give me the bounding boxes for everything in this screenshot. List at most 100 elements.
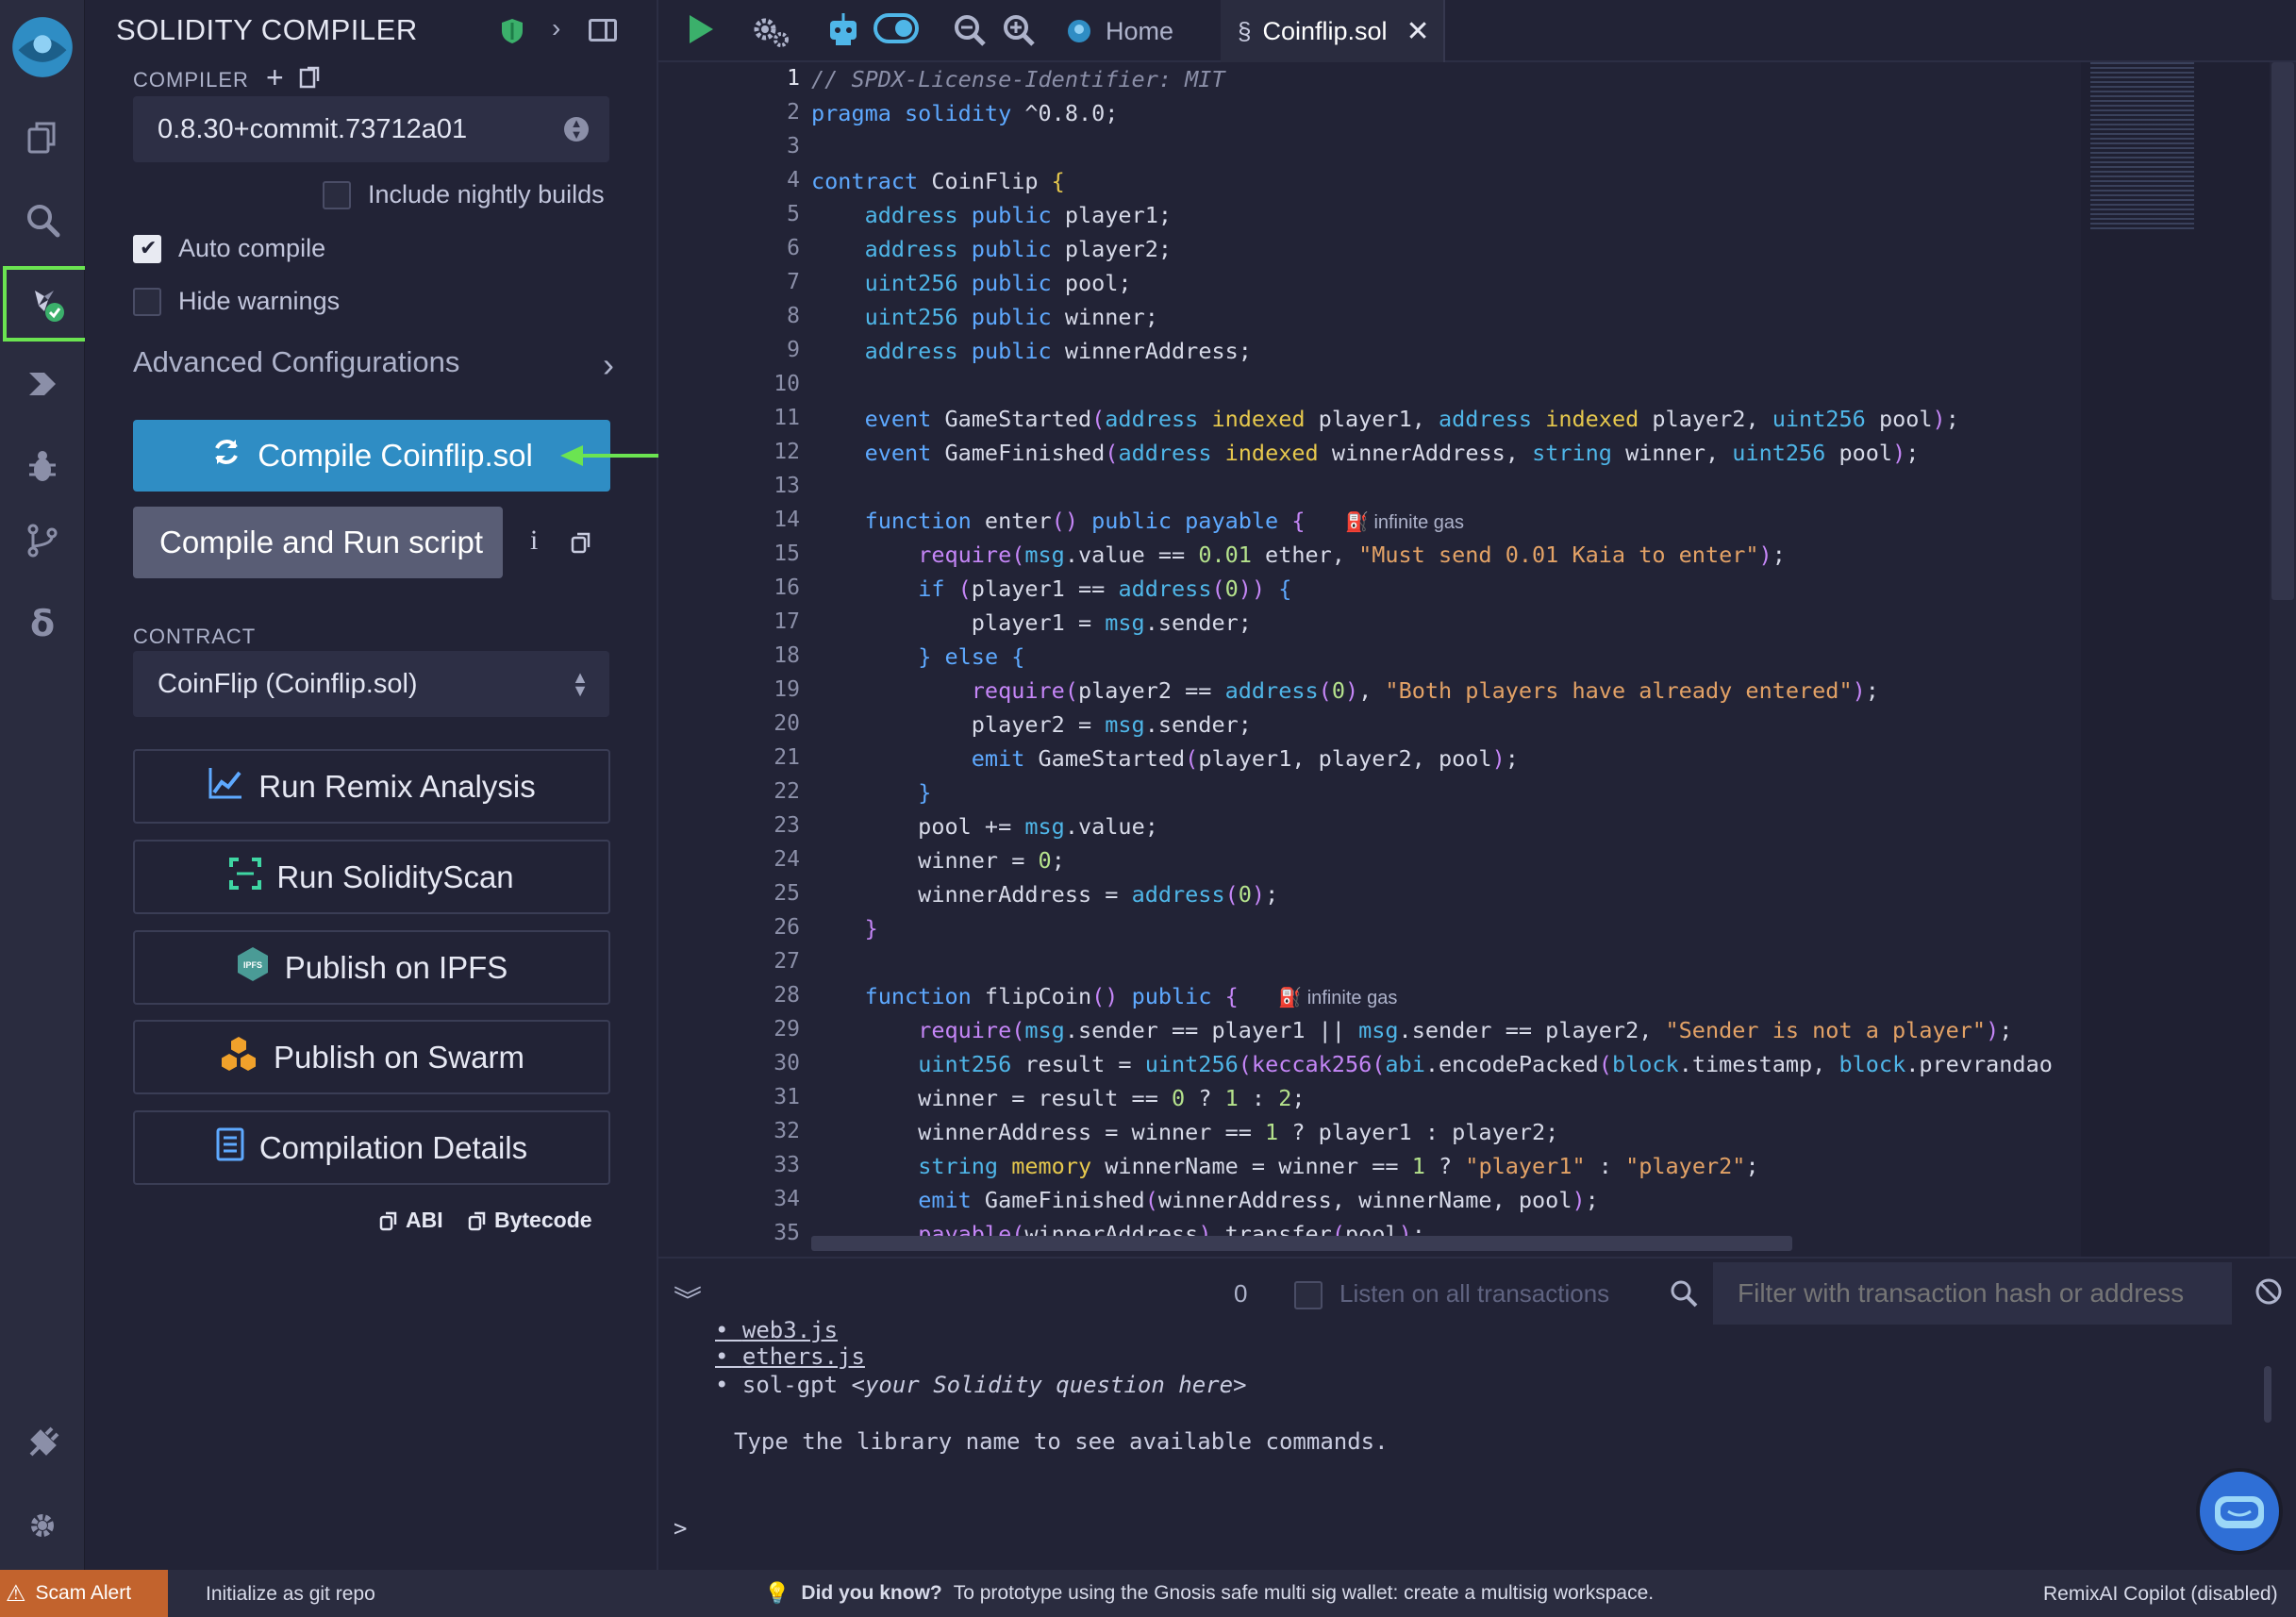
terminal-prompt[interactable]: > bbox=[674, 1515, 687, 1542]
search-icon[interactable] bbox=[1670, 1279, 1698, 1312]
copy-icon bbox=[468, 1211, 486, 1230]
zoom-out-icon[interactable] bbox=[953, 13, 987, 52]
compilation-details-button[interactable]: Compilation Details bbox=[133, 1110, 610, 1185]
panel-layout-icon[interactable] bbox=[589, 19, 617, 42]
file-explorer-icon[interactable] bbox=[0, 104, 85, 170]
tab-home[interactable]: Home bbox=[1055, 0, 1220, 62]
svg-text:δ: δ bbox=[30, 603, 55, 643]
line-number: 20 bbox=[774, 711, 800, 736]
line-number: 4 bbox=[787, 168, 800, 192]
terminal-scrollbar[interactable] bbox=[2264, 1366, 2271, 1423]
line-number-gutter: 1 2 3 4 5 6 7 8 9 10 11 12 13 14 15 16 17 18 19 20 21 22 23 24 2… bbox=[658, 62, 800, 1257]
add-compiler-icon[interactable]: + bbox=[266, 60, 284, 95]
code-line: uint256 public pool; bbox=[864, 270, 1132, 296]
tab-coinflip[interactable]: § Coinflip.sol ✕ bbox=[1221, 0, 1445, 62]
publish-ipfs-button[interactable]: IPFS Publish on IPFS bbox=[133, 930, 610, 1005]
panel-title: SOLIDITY COMPILER bbox=[116, 13, 418, 46]
line-number: 17 bbox=[774, 609, 800, 634]
scam-alert-button[interactable]: ⚠ Scam Alert bbox=[0, 1570, 168, 1617]
zoom-in-icon[interactable] bbox=[1002, 13, 1036, 52]
git-icon[interactable] bbox=[0, 508, 85, 574]
clear-console-icon[interactable] bbox=[2254, 1277, 2283, 1310]
settings-gear-icon[interactable] bbox=[0, 1492, 85, 1559]
compile-and-run-button[interactable]: Compile and Run script bbox=[133, 507, 503, 578]
run-play-icon[interactable] bbox=[687, 13, 715, 50]
line-number: 16 bbox=[774, 575, 800, 600]
collapse-terminal-icon[interactable]: ︾ bbox=[674, 1277, 702, 1319]
compiler-panel: SOLIDITY COMPILER › COMPILER + 0.8.30+co… bbox=[85, 0, 689, 1570]
ai-toggle-switch[interactable] bbox=[873, 13, 919, 43]
line-number: 32 bbox=[774, 1119, 800, 1143]
vertical-scrollbar[interactable] bbox=[2270, 62, 2296, 1257]
compiler-version-select[interactable]: 0.8.30+commit.73712a01 ▲ ▼ bbox=[133, 96, 609, 162]
line-number: 21 bbox=[774, 745, 800, 770]
code-line: function flipCoin() public { ⛽ infinite … bbox=[864, 983, 1398, 1009]
deploy-run-icon[interactable] bbox=[0, 351, 85, 417]
tab-home-label: Home bbox=[1106, 16, 1174, 45]
contract-select[interactable]: CoinFlip (Coinflip.sol) ▲ ▼ bbox=[133, 651, 609, 717]
search-icon[interactable] bbox=[0, 187, 85, 253]
scam-alert-label: Scam Alert bbox=[35, 1582, 132, 1604]
select-updown-icon: ▲ ▼ bbox=[572, 668, 589, 700]
info-icon[interactable]: i bbox=[530, 525, 538, 557]
lightbulb-icon: 💡 bbox=[764, 1581, 790, 1605]
run-solidityscan-button[interactable]: Run SolidityScan bbox=[133, 840, 610, 914]
copy-bytecode-button[interactable]: Bytecode bbox=[468, 1208, 592, 1233]
debugger-icon[interactable] bbox=[0, 434, 85, 500]
bytecode-label: Bytecode bbox=[494, 1208, 592, 1232]
init-git-repo-link[interactable]: Initialize as git repo bbox=[206, 1583, 375, 1606]
advanced-config-label: Advanced Configurations bbox=[133, 345, 460, 378]
code-editor[interactable]: 1 2 3 4 5 6 7 8 9 10 11 12 13 14 15 16 17 18 19 20 21 22 23 24 2… bbox=[658, 62, 2296, 1257]
plugin-manager-icon[interactable] bbox=[0, 1410, 85, 1476]
horizontal-scrollbar[interactable] bbox=[811, 1236, 1792, 1251]
nightly-builds-checkbox[interactable] bbox=[323, 181, 351, 209]
ipfs-icon: IPFS bbox=[236, 946, 270, 990]
listen-all-label: Listen on all transactions bbox=[1339, 1279, 1610, 1308]
load-compiler-icon[interactable] bbox=[298, 66, 321, 95]
compile-button[interactable]: Compile Coinflip.sol bbox=[133, 420, 610, 492]
code-line: } bbox=[864, 915, 878, 942]
line-number: 5 bbox=[787, 202, 800, 226]
tab-coinflip-label: Coinflip.sol bbox=[1262, 16, 1388, 45]
close-tab-icon[interactable]: ✕ bbox=[1406, 15, 1430, 48]
copy-abi-button[interactable]: ABI bbox=[379, 1208, 443, 1233]
code-content[interactable]: // SPDX-License-Identifier: MIT pragma s… bbox=[811, 62, 2083, 1257]
copy-icon[interactable] bbox=[570, 530, 592, 559]
remixai-robot-icon[interactable] bbox=[826, 11, 860, 52]
publish-swarm-button[interactable]: Publish on Swarm bbox=[133, 1020, 610, 1094]
terminal-lib-ethers[interactable]: • ethers.js bbox=[715, 1343, 865, 1370]
code-line: emit GameStarted(player1, player2, pool)… bbox=[971, 745, 1519, 772]
line-number: 22 bbox=[774, 779, 800, 804]
code-line: contract CoinFlip { bbox=[811, 168, 1065, 194]
line-number: 29 bbox=[774, 1017, 800, 1042]
solidity-file-icon: § bbox=[1238, 16, 1252, 45]
remix-logo-icon[interactable] bbox=[0, 5, 85, 90]
chevron-right-icon[interactable]: › bbox=[552, 13, 560, 43]
solidity-compiler-icon[interactable] bbox=[3, 266, 90, 342]
remixai-assistant-icon[interactable] bbox=[2196, 1468, 2283, 1555]
listen-all-checkbox[interactable] bbox=[1294, 1281, 1323, 1309]
code-line: emit GameFinished(winnerAddress, winnerN… bbox=[918, 1187, 1599, 1213]
compile-settings-icon[interactable] bbox=[751, 13, 790, 54]
learneth-icon[interactable]: δ bbox=[0, 590, 85, 656]
code-line: event GameFinished(address indexed winne… bbox=[864, 440, 1920, 466]
advanced-config-toggle[interactable]: Advanced Configurations › bbox=[133, 345, 614, 387]
auto-compile-checkbox[interactable] bbox=[133, 235, 161, 263]
run-remix-analysis-button[interactable]: Run Remix Analysis bbox=[133, 749, 610, 824]
code-minimap[interactable] bbox=[2081, 62, 2270, 1257]
terminal-lib-web3[interactable]: • web3.js bbox=[715, 1317, 838, 1343]
code-line: pragma solidity ^0.8.0; bbox=[811, 100, 1119, 126]
verified-shield-icon bbox=[500, 17, 524, 50]
transaction-filter-input[interactable] bbox=[1713, 1262, 2232, 1325]
code-line: winner = result == 0 ? 1 : 2; bbox=[811, 1085, 1306, 1111]
terminal-output[interactable]: • web3.js • ethers.js • sol-gpt <your So… bbox=[658, 1317, 2296, 1570]
copy-icon bbox=[379, 1211, 397, 1230]
remixai-copilot-status[interactable]: RemixAI Copilot (disabled) bbox=[2043, 1583, 2278, 1606]
code-line: event GameStarted(address indexed player… bbox=[864, 406, 1959, 432]
hide-warnings-checkbox[interactable] bbox=[133, 288, 161, 316]
code-line: uint256 result = uint256(keccak256(abi.e… bbox=[918, 1051, 2053, 1077]
line-number: 34 bbox=[774, 1187, 800, 1211]
code-line: string memory winnerName = winner == 1 ?… bbox=[918, 1153, 1759, 1179]
icon-panel: δ bbox=[0, 0, 90, 1570]
code-line: function enter() public payable { ⛽ infi… bbox=[864, 508, 1465, 534]
